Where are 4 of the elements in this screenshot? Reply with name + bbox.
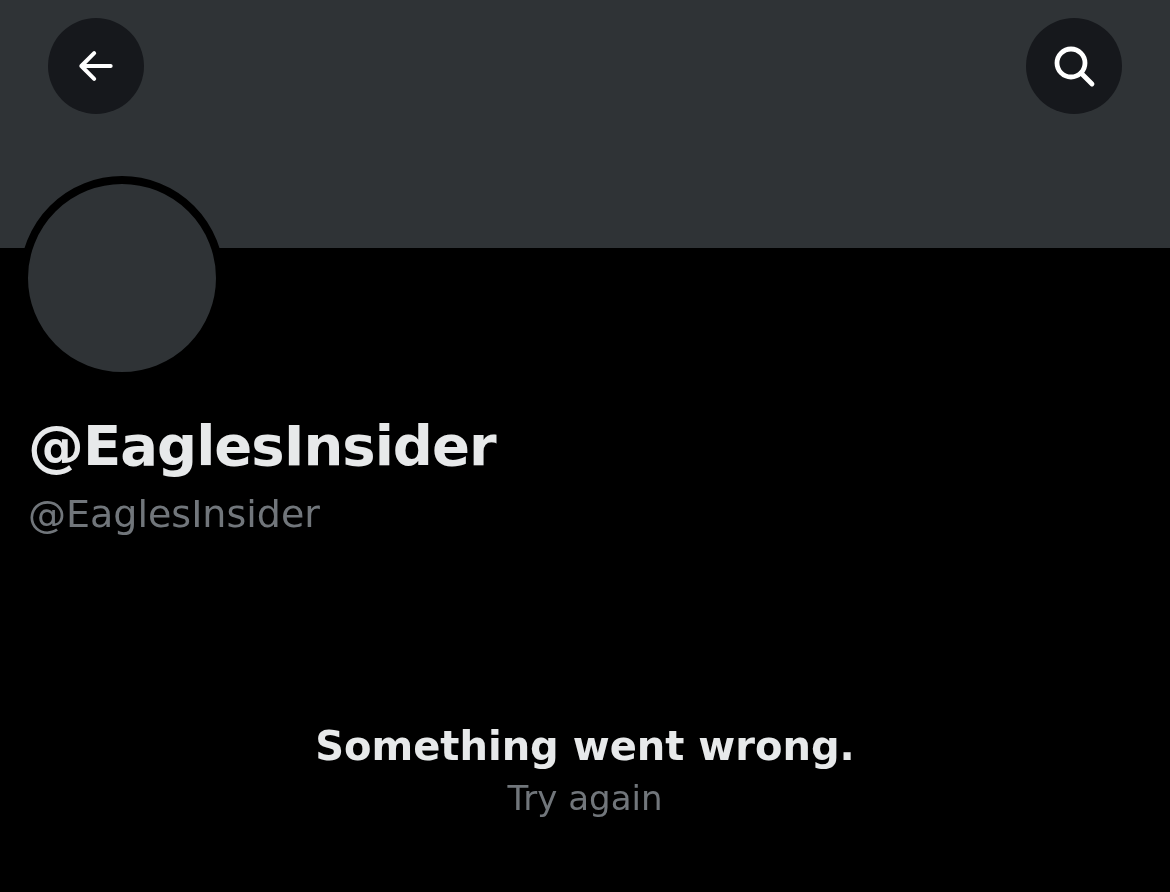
display-name: @EaglesInsider bbox=[28, 412, 496, 480]
error-message: Something went wrong. bbox=[315, 722, 855, 771]
user-handle: @EaglesInsider bbox=[28, 491, 320, 538]
try-again-link[interactable]: Try again bbox=[507, 774, 663, 822]
